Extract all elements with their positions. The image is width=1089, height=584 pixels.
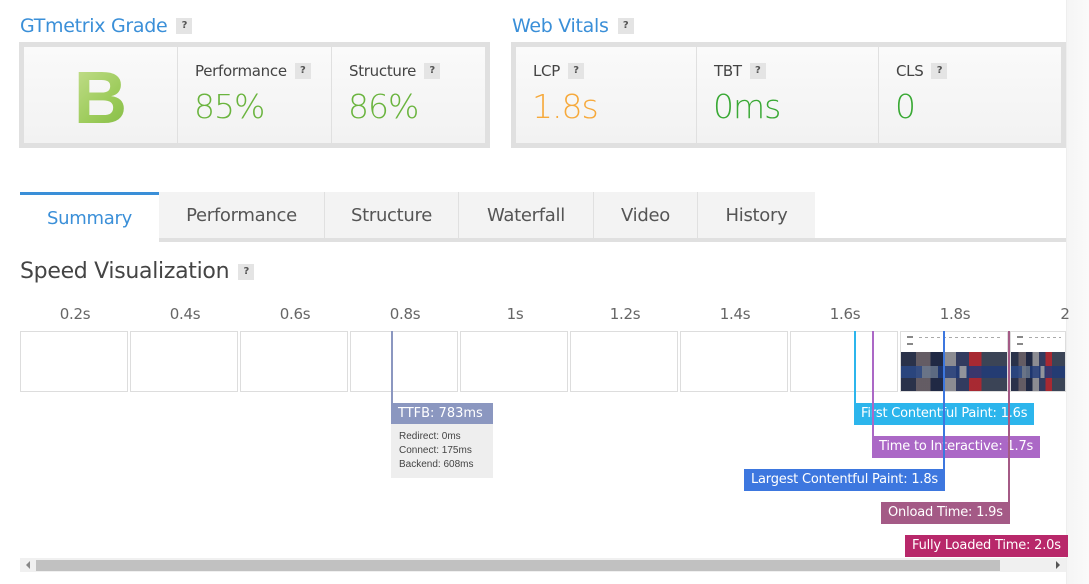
cls-label-text: CLS (896, 62, 924, 80)
filmstrip-frame[interactable] (240, 331, 348, 392)
marker-line (943, 331, 945, 469)
tab-history[interactable]: History (698, 192, 815, 238)
performance-help-icon[interactable]: ? (294, 63, 311, 79)
filmstrip-frame-screenshot[interactable] (900, 331, 1008, 392)
marker-line (1008, 331, 1010, 502)
time-tick: 1.4s (719, 305, 751, 323)
cls-label: CLS ? (896, 62, 948, 80)
structure-cell: Structure ? 86% (332, 47, 485, 143)
marker-label: Onload Time: 1.9s (881, 502, 1010, 524)
ttfb-connect: Connect: 175ms (399, 445, 472, 456)
arrow-right-icon (1056, 561, 1060, 569)
filmstrip-frame[interactable] (790, 331, 898, 392)
filmstrip-frame-screenshot[interactable] (1010, 331, 1066, 392)
screenshot-header (1011, 332, 1065, 352)
tab-structure[interactable]: Structure (325, 192, 459, 238)
time-tick: 0.8s (389, 305, 421, 323)
timeline-scrollbar[interactable] (20, 558, 1066, 572)
gtmetrix-report: GTmetrix Grade ? B Performance ? 85% Str… (0, 0, 1089, 584)
structure-value: 86% (348, 87, 419, 126)
screenshot-image (901, 352, 1007, 391)
cls-help-icon[interactable]: ? (931, 63, 948, 79)
filmstrip-frame[interactable] (130, 331, 238, 392)
tbt-help-icon[interactable]: ? (749, 63, 766, 79)
arrow-left-icon (26, 561, 30, 569)
tbt-label: TBT ? (714, 62, 766, 80)
marker-line (854, 331, 856, 403)
tbt-value: 0ms (713, 87, 781, 126)
tbt-label-text: TBT (714, 62, 742, 80)
ttfb-line (391, 331, 393, 403)
speed-title-text: Speed Visualization (20, 259, 230, 284)
time-tick: 1s (506, 305, 524, 323)
performance-cell: Performance ? 85% (178, 47, 332, 143)
filmstrip-frame[interactable] (350, 331, 458, 392)
filmstrip-frame[interactable] (680, 331, 788, 392)
marker-label: Time to Interactive: 1.7s (872, 436, 1041, 458)
tab-video[interactable]: Video (594, 192, 698, 238)
ttfb-label: TTFB: 783ms (391, 403, 493, 424)
ttfb-callout: TTFB: 783ms Redirect: 0ms Connect: 175ms… (391, 403, 493, 478)
cls-cell: CLS ? 0 (879, 47, 1061, 143)
speed-visualization-title: Speed Visualization ? (20, 259, 255, 284)
ttfb-details: Redirect: 0ms Connect: 175ms Backend: 60… (391, 424, 493, 478)
grade-cell: B (24, 47, 178, 143)
vitals-panel: LCP ? 1.8s TBT ? 0ms CLS ? 0 (511, 42, 1066, 148)
vitals-section-title: Web Vitals ? (512, 15, 634, 37)
time-tick: 0.4s (169, 305, 201, 323)
time-tick: 0.6s (279, 305, 311, 323)
tab-performance[interactable]: Performance (159, 192, 325, 238)
screenshot-header (901, 332, 1007, 352)
structure-label-text: Structure (349, 62, 417, 80)
ttfb-backend: Backend: 608ms (399, 459, 474, 470)
tbt-cell: TBT ? 0ms (697, 47, 879, 143)
ttfb-redirect: Redirect: 0ms (399, 431, 461, 442)
tab-waterfall[interactable]: Waterfall (459, 192, 594, 238)
filmstrip-frame[interactable] (20, 331, 128, 392)
performance-value: 85% (194, 87, 265, 126)
time-tick: 0.2s (59, 305, 91, 323)
structure-help-icon[interactable]: ? (424, 63, 441, 79)
scroll-thumb[interactable] (36, 560, 1000, 571)
speed-help-icon[interactable]: ? (238, 263, 255, 280)
performance-label-text: Performance (195, 62, 287, 80)
tab-summary[interactable]: Summary (20, 192, 159, 242)
filmstrip-frame[interactable] (460, 331, 568, 392)
page-scroll-gutter (1066, 0, 1089, 584)
time-tick: 1.2s (609, 305, 641, 323)
lcp-help-icon[interactable]: ? (567, 63, 584, 79)
marker-label: Fully Loaded Time: 2.0s (905, 535, 1068, 557)
report-tabs: Summary Performance Structure Waterfall … (20, 192, 1066, 242)
lcp-cell: LCP ? 1.8s (516, 47, 697, 143)
time-tick: 1.6s (829, 305, 861, 323)
scroll-right-button[interactable] (1050, 558, 1066, 572)
time-tick: 2 (1060, 305, 1070, 323)
grade-section-title: GTmetrix Grade ? (20, 15, 193, 37)
grade-title-text: GTmetrix Grade (20, 15, 168, 37)
vitals-title-text: Web Vitals (512, 15, 609, 37)
grade-letter: B (24, 55, 177, 140)
cls-value: 0 (895, 87, 916, 126)
screenshot-image (1011, 352, 1065, 391)
vitals-help-icon[interactable]: ? (617, 18, 634, 34)
lcp-label-text: LCP (533, 62, 560, 80)
grade-panel: B Performance ? 85% Structure ? 86% (19, 42, 490, 148)
lcp-value: 1.8s (532, 87, 599, 126)
filmstrip-frame[interactable] (570, 331, 678, 392)
grade-help-icon[interactable]: ? (176, 18, 193, 34)
marker-line (872, 331, 874, 436)
lcp-label: LCP ? (533, 62, 584, 80)
time-tick: 1.8s (939, 305, 971, 323)
marker-label: Largest Contentful Paint: 1.8s (744, 469, 945, 491)
performance-label: Performance ? (195, 62, 311, 80)
scroll-left-button[interactable] (20, 558, 36, 572)
structure-label: Structure ? (349, 62, 441, 80)
